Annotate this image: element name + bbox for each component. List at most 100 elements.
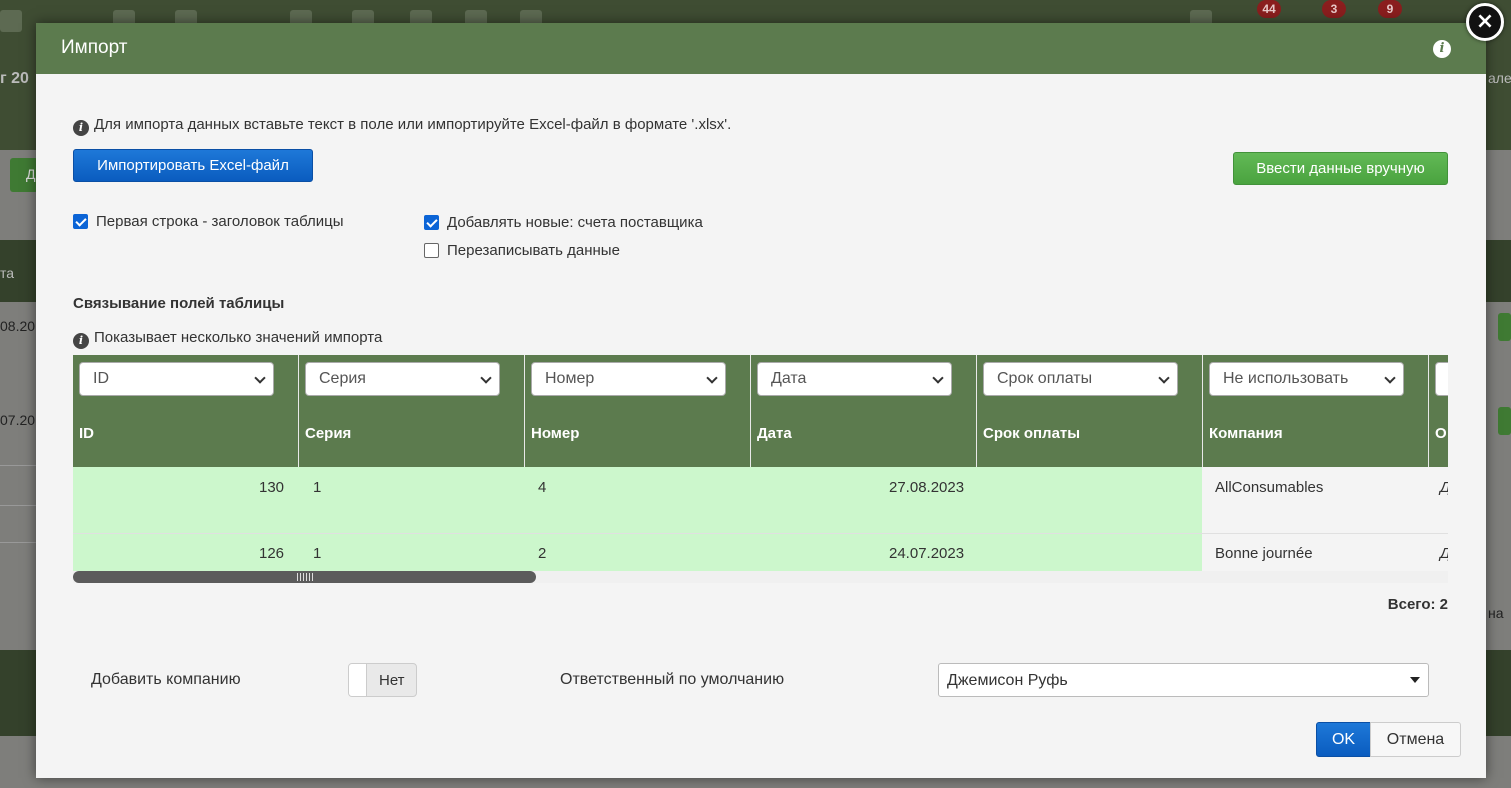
background-row-divider <box>0 465 40 466</box>
background-text-fragment: ален <box>1488 70 1511 86</box>
notification-badge: 9 <box>1378 0 1402 18</box>
add-new-label: Добавлять новые: счета поставщика <box>447 214 703 231</box>
chevron-down-icon <box>706 372 718 384</box>
table-row: 130 1 4 27.08.2023 AllConsumables Д <box>73 467 1448 533</box>
cell-company: AllConsumables <box>1215 479 1324 496</box>
field-select-value: Не использовать <box>1223 370 1349 387</box>
responsible-label: Ответственный по умолчанию <box>560 671 785 688</box>
background-row-divider <box>0 505 40 506</box>
field-select-company[interactable]: Не использовать <box>1209 362 1404 396</box>
info-icon: i <box>73 120 89 136</box>
horizontal-scrollbar-thumb[interactable] <box>73 571 536 583</box>
ok-button[interactable]: OK <box>1316 722 1371 757</box>
matched-cells-bg <box>73 534 1202 572</box>
field-select-value: Серия <box>319 370 366 387</box>
overwrite-option[interactable]: Перезаписывать данные <box>424 242 620 259</box>
caret-down-icon <box>1410 677 1420 683</box>
column-header-id: ID <box>79 425 94 442</box>
add-company-label: Добавить компанию <box>91 671 241 688</box>
import-preview-table: ID Серия Номер Дата Срок оплаты Не испол… <box>73 355 1448 581</box>
cell-date: 27.08.2023 <box>889 479 965 496</box>
cell-extra: Д <box>1440 545 1448 562</box>
background-header-fragment: та <box>0 265 15 281</box>
field-select-value: Номер <box>545 370 595 387</box>
cancel-button[interactable]: Отмена <box>1370 722 1461 757</box>
background-date-cell: 08.20 <box>0 318 36 334</box>
close-icon[interactable]: × <box>1466 3 1504 41</box>
add-company-toggle[interactable]: Нет <box>348 663 417 697</box>
background-button-fragment: Д <box>26 166 36 182</box>
column-divider <box>1202 355 1203 467</box>
cell-id: 126 <box>259 545 285 562</box>
overwrite-label: Перезаписывать данные <box>447 242 620 259</box>
manual-entry-button[interactable]: Ввести данные вручную <box>1233 152 1448 185</box>
dialog-title: Импорт <box>61 37 128 58</box>
first-row-header-option[interactable]: Первая строка - заголовок таблицы <box>73 213 344 230</box>
field-select-value: Срок оплаты <box>997 370 1093 387</box>
toggle-label: Нет <box>379 672 405 689</box>
cell-extra: Д <box>1440 479 1448 496</box>
column-divider <box>976 355 977 467</box>
column-header-due-date: Срок оплаты <box>983 425 1081 442</box>
info-icon: i <box>73 333 89 349</box>
mapping-hint-text: Показывает несколько значений импорта <box>94 329 383 346</box>
cell-series: 1 <box>313 545 322 562</box>
field-select-value: ID <box>93 370 109 387</box>
import-dialog: Импорт i i Для импорта данных вставьте те… <box>36 23 1486 778</box>
import-hint-text: Для импорта данных вставьте текст в поле… <box>94 116 732 133</box>
first-row-header-label: Первая строка - заголовок таблицы <box>96 213 344 230</box>
field-select-due-date[interactable]: Срок оплаты <box>983 362 1178 396</box>
import-hint: i Для импорта данных вставьте текст в пол… <box>73 116 731 136</box>
first-row-header-checkbox[interactable] <box>73 214 88 229</box>
column-divider <box>750 355 751 467</box>
chevron-down-icon <box>1158 372 1170 384</box>
field-select-number[interactable]: Номер <box>531 362 726 396</box>
total-count: Всего: 2 <box>1387 596 1448 613</box>
notification-badge: 44 <box>1257 0 1281 18</box>
chevron-down-icon <box>254 372 266 384</box>
cell-id: 130 <box>259 479 285 496</box>
matched-cells-bg <box>73 467 1202 533</box>
background-button <box>1498 313 1511 341</box>
info-icon[interactable]: i <box>1433 40 1451 58</box>
mapping-hint: i Показывает несколько значений импорта <box>73 329 382 349</box>
grip-icon <box>297 573 313 581</box>
cell-company: Bonne journée <box>1215 545 1313 562</box>
cell-date: 24.07.2023 <box>889 545 965 562</box>
chevron-down-icon <box>932 372 944 384</box>
column-divider <box>298 355 299 467</box>
column-divider <box>524 355 525 467</box>
column-divider <box>1428 355 1429 467</box>
column-header-company: Компания <box>1209 425 1283 442</box>
field-select-id[interactable]: ID <box>79 362 274 396</box>
background-row-divider <box>0 542 40 543</box>
cell-number: 4 <box>538 479 547 496</box>
add-new-option[interactable]: Добавлять новые: счета поставщика <box>424 214 703 231</box>
dialog-header: Импорт i <box>36 23 1486 74</box>
overwrite-checkbox[interactable] <box>424 243 439 258</box>
sitemap-icon <box>0 10 22 32</box>
notification-badge: 3 <box>1322 0 1346 18</box>
table-row: 126 1 2 24.07.2023 Bonne journée Д <box>73 534 1448 572</box>
cell-number: 2 <box>538 545 547 562</box>
import-excel-button[interactable]: Импортировать Excel-файл <box>73 149 313 182</box>
column-header-extra: О <box>1435 425 1447 442</box>
column-header-number: Номер <box>531 425 580 442</box>
column-header-date: Дата <box>757 425 792 442</box>
field-select-extra[interactable] <box>1435 362 1448 396</box>
unmatched-cells-bg <box>1202 467 1448 533</box>
chevron-down-icon <box>1384 372 1396 384</box>
background-date-fragment: г 20 <box>0 70 29 87</box>
background-text-fragment: на <box>1488 605 1504 621</box>
cell-series: 1 <box>313 479 322 496</box>
chevron-down-icon <box>480 372 492 384</box>
responsible-select[interactable]: Джемисон Руфь <box>938 663 1429 697</box>
toggle-knob <box>349 664 367 696</box>
responsible-value: Джемисон Руфь <box>947 672 1068 689</box>
column-header-series: Серия <box>305 425 352 442</box>
field-select-series[interactable]: Серия <box>305 362 500 396</box>
background-button <box>1498 407 1511 435</box>
add-new-checkbox[interactable] <box>424 215 439 230</box>
background-date-cell: 07.20 <box>0 412 36 428</box>
field-select-date[interactable]: Дата <box>757 362 952 396</box>
